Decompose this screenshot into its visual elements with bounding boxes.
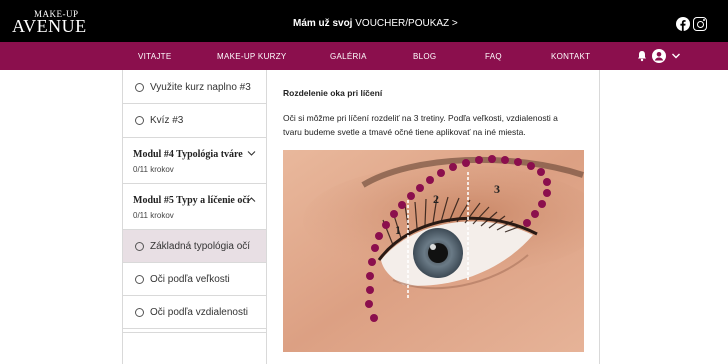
chevron-down-icon[interactable] (247, 150, 256, 157)
zone-label: 2 (433, 192, 439, 206)
logo[interactable]: MAKE-UP AVENUE (12, 9, 92, 35)
course-sidebar: Využite kurz naplno #3 Kvíz #3 Modul #4 … (122, 70, 267, 364)
radio-icon (135, 116, 144, 125)
avatar-icon[interactable] (652, 49, 666, 63)
sidebar-step[interactable]: Oči podľa veľkosti (123, 263, 266, 296)
radio-icon (135, 83, 144, 92)
nav-vitajte[interactable]: VITAJTE (138, 52, 172, 61)
nav-faq[interactable]: FAQ (485, 52, 502, 61)
sidebar-step-active[interactable]: Základná typológia očí (123, 230, 266, 263)
nav-galeria[interactable]: GALÉRIA (330, 52, 367, 61)
radio-icon (135, 275, 144, 284)
module-5-header[interactable]: Modul #5 Typy a líčenie očí 0/11 krokov (123, 184, 266, 230)
lesson-content: Rozdelenie oka pri líčení Oči si môžme p… (267, 70, 600, 364)
nav-make-up-kurzy[interactable]: MAKE-UP KURZY (217, 52, 287, 61)
chevron-up-icon[interactable] (247, 196, 256, 203)
top-bar: MAKE-UP AVENUE Mám už svoj VOUCHER/POUKA… (0, 0, 728, 42)
step-label: Oči podľa vzdialenosti (150, 307, 248, 318)
lesson-title: Rozdelenie oka pri líčení (283, 88, 383, 98)
logo-main-text: AVENUE (12, 16, 87, 36)
module-progress: 0/11 krokov (133, 211, 174, 220)
zone-label: 1 (395, 223, 401, 237)
voucher-rest: VOUCHER/POUKAZ > (352, 18, 458, 29)
sidebar-step[interactable]: Využite kurz naplno #3 (123, 70, 266, 104)
radio-icon (135, 308, 144, 317)
main-nav: VITAJTE MAKE-UP KURZY GALÉRIA BLOG FAQ K… (0, 42, 728, 70)
sidebar-step[interactable]: Kvíz #3 (123, 104, 266, 138)
eye-zones-image: 1 2 3 (283, 150, 584, 352)
module-4-header[interactable]: Modul #4 Typológia tváre 0/11 krokov (123, 138, 266, 184)
divider (123, 332, 266, 333)
module-title: Modul #5 Typy a líčenie očí (133, 195, 250, 206)
chevron-down-icon[interactable] (671, 51, 681, 61)
nav-kontakt[interactable]: KONTAKT (551, 52, 590, 61)
facebook-icon[interactable] (676, 17, 690, 31)
step-label: Kvíz #3 (150, 115, 184, 126)
instagram-icon[interactable] (693, 17, 707, 31)
voucher-bold: Mám už svoj (293, 18, 353, 29)
radio-icon (135, 242, 144, 251)
sidebar-step[interactable]: Oči podľa vzdialenosti (123, 296, 266, 329)
step-label: Základná typológia očí (150, 241, 251, 252)
zone-label: 3 (494, 182, 500, 196)
nav-blog[interactable]: BLOG (413, 52, 436, 61)
bell-icon[interactable] (636, 50, 648, 62)
module-title: Modul #4 Typológia tváre (133, 149, 243, 160)
step-label: Oči podľa veľkosti (150, 274, 230, 285)
lesson-paragraph: Oči si môžme pri líčení rozdeliť na 3 tr… (283, 113, 558, 137)
voucher-link[interactable]: Mám už svoj VOUCHER/POUKAZ > (293, 18, 458, 29)
step-label: Využite kurz naplno #3 (150, 82, 251, 93)
module-progress: 0/11 krokov (133, 165, 174, 174)
